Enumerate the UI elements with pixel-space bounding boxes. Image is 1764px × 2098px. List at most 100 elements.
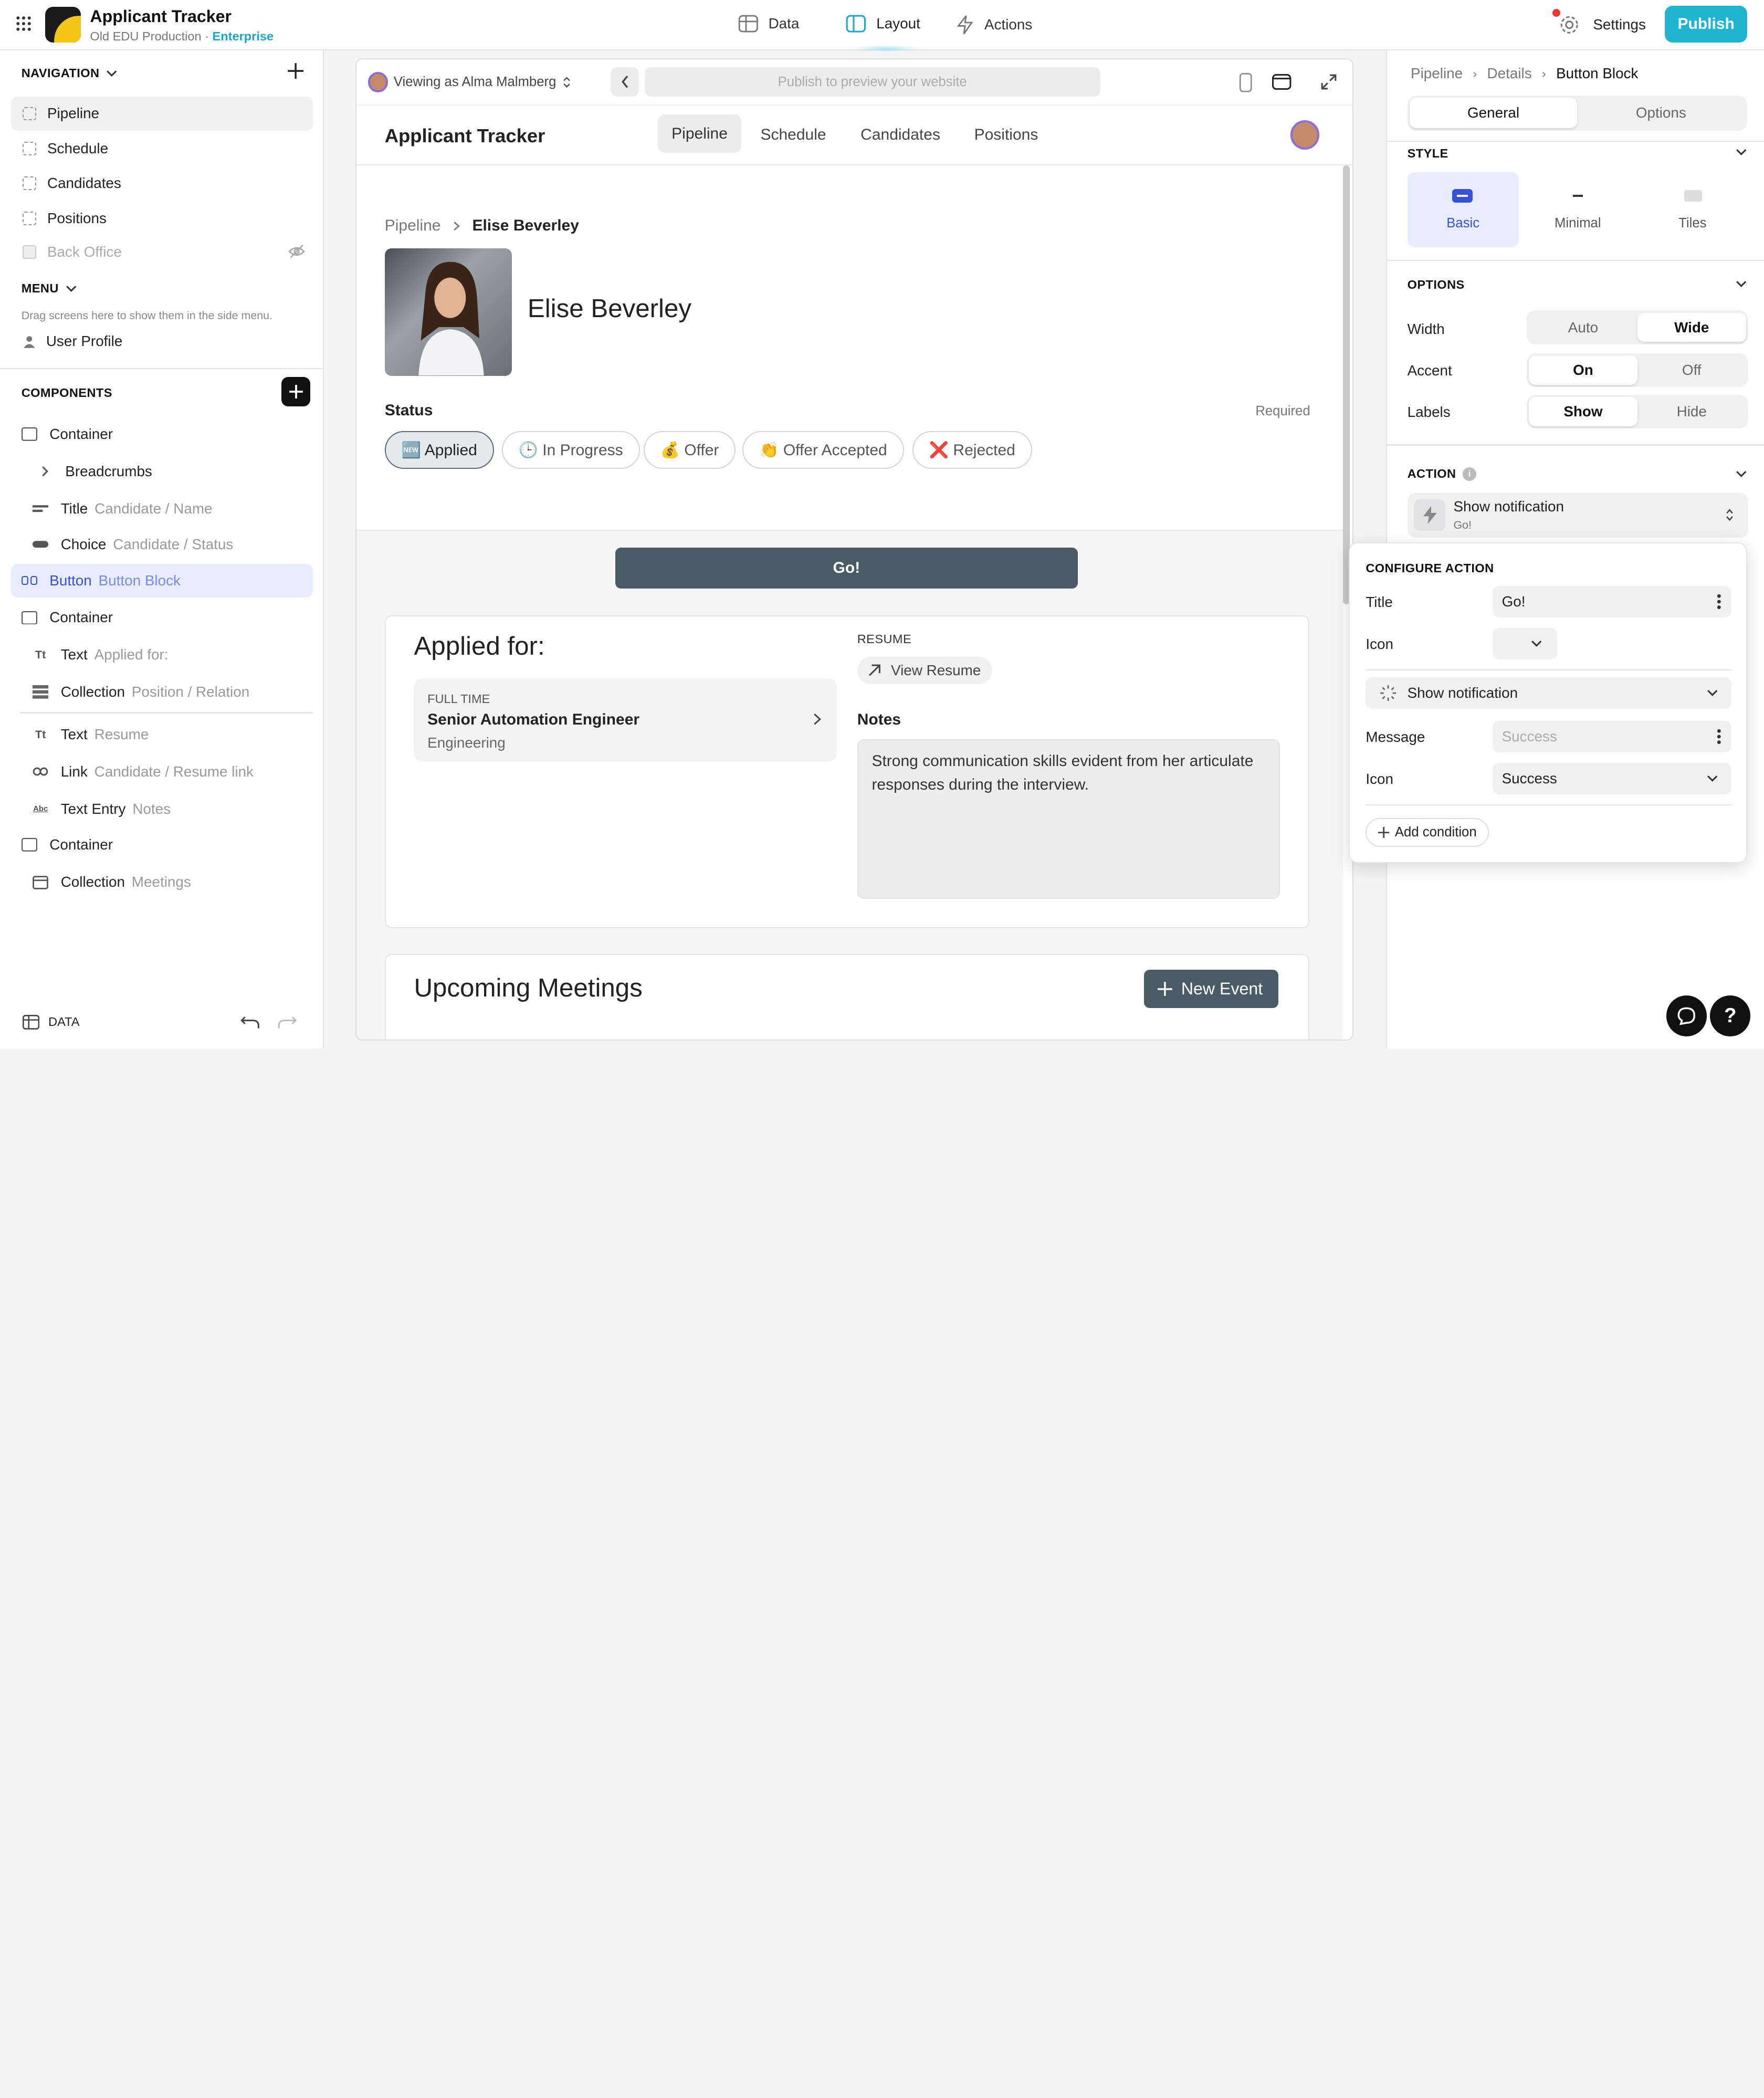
redo-icon[interactable] bbox=[278, 1016, 298, 1030]
style-tiles[interactable]: Tiles bbox=[1637, 172, 1748, 248]
component-container[interactable]: Container bbox=[11, 828, 312, 862]
go-button[interactable]: Go! bbox=[615, 548, 1078, 589]
divider bbox=[1366, 669, 1731, 671]
tab-layout[interactable]: Layout bbox=[846, 15, 920, 33]
breadcrumb: Pipeline Elise Beverley bbox=[385, 217, 579, 235]
status-applied[interactable]: 🆕 Applied bbox=[384, 431, 494, 469]
more-vertical-icon[interactable] bbox=[1717, 729, 1721, 744]
chat-button[interactable] bbox=[1666, 995, 1707, 1036]
breadcrumb-current: Elise Beverley bbox=[472, 217, 579, 235]
add-screen-icon[interactable] bbox=[287, 62, 304, 80]
message-field[interactable]: Success bbox=[1493, 721, 1731, 753]
width-wide[interactable]: Wide bbox=[1637, 312, 1746, 342]
tab-options[interactable]: Options bbox=[1577, 98, 1745, 128]
action-type-select[interactable]: Show notification bbox=[1366, 677, 1731, 709]
app-tab-candidates[interactable]: Candidates bbox=[860, 126, 940, 144]
component-collection[interactable]: Collection Meetings bbox=[11, 865, 312, 899]
add-component-button[interactable] bbox=[281, 376, 311, 406]
tab-general[interactable]: General bbox=[1409, 98, 1578, 129]
meetings-heading: Upcoming Meetings bbox=[414, 973, 643, 1003]
expand-icon[interactable] bbox=[1321, 74, 1337, 90]
container-icon bbox=[20, 425, 38, 443]
more-vertical-icon[interactable] bbox=[1717, 594, 1721, 610]
component-title[interactable]: Title Candidate / Name bbox=[11, 491, 312, 525]
chevron-down-icon[interactable] bbox=[1736, 280, 1747, 288]
style-basic[interactable]: Basic bbox=[1407, 172, 1519, 248]
width-auto[interactable]: Auto bbox=[1529, 313, 1637, 342]
icon2-select[interactable]: Success bbox=[1493, 762, 1731, 794]
status-offer[interactable]: 💰 Offer bbox=[643, 431, 736, 469]
crumb-pipeline[interactable]: Pipeline bbox=[1411, 65, 1463, 82]
style-header: STYLE bbox=[1407, 146, 1448, 160]
layout-icon bbox=[846, 15, 866, 33]
back-button[interactable] bbox=[611, 67, 639, 97]
layout-tab-glow bbox=[849, 45, 923, 52]
title-label: Title bbox=[1366, 594, 1393, 611]
menu-header[interactable]: MENU bbox=[22, 281, 77, 296]
minimal-style-icon bbox=[1572, 194, 1583, 197]
publish-button[interactable]: Publish bbox=[1665, 5, 1747, 43]
component-button[interactable]: Button Button Block bbox=[11, 563, 313, 597]
tablet-icon[interactable] bbox=[1272, 74, 1292, 90]
tab-data[interactable]: Data bbox=[738, 15, 799, 33]
component-text[interactable]: Tt Text Applied for: bbox=[11, 638, 312, 672]
status-in-progress[interactable]: 🕒 In Progress bbox=[501, 431, 640, 469]
style-minimal[interactable]: Minimal bbox=[1522, 172, 1633, 248]
status-rejected[interactable]: ❌ Rejected bbox=[912, 431, 1032, 469]
apps-grid-icon[interactable] bbox=[16, 16, 32, 32]
nav-item-back-office[interactable]: Back Office bbox=[11, 235, 312, 269]
chevron-down-icon[interactable] bbox=[1736, 149, 1747, 156]
new-event-button[interactable]: New Event bbox=[1144, 970, 1279, 1008]
screen-icon bbox=[22, 176, 36, 191]
accent-off[interactable]: Off bbox=[1637, 355, 1746, 385]
help-button[interactable]: ? bbox=[1710, 995, 1751, 1036]
action-header: ACTION i bbox=[1408, 467, 1477, 481]
nav-item-pipeline[interactable]: Pipeline bbox=[11, 97, 313, 131]
menu-item-user-profile[interactable]: User Profile bbox=[23, 333, 122, 350]
component-link[interactable]: Link Candidate / Resume link bbox=[11, 755, 312, 789]
chevron-down-icon[interactable] bbox=[1736, 470, 1747, 478]
labels-hide[interactable]: Hide bbox=[1637, 397, 1746, 426]
nav-item-candidates[interactable]: Candidates bbox=[11, 166, 312, 200]
crumb-details[interactable]: Details bbox=[1487, 65, 1532, 82]
tab-actions[interactable]: Actions bbox=[956, 15, 1032, 35]
title-field[interactable]: Go! bbox=[1493, 586, 1731, 618]
avatar[interactable] bbox=[1290, 120, 1320, 150]
component-container[interactable]: Container bbox=[11, 601, 312, 634]
accent-on[interactable]: On bbox=[1529, 355, 1637, 385]
undo-icon[interactable] bbox=[239, 1016, 260, 1030]
breadcrumb-root[interactable]: Pipeline bbox=[385, 217, 441, 235]
url-bar[interactable]: Publish to preview your website bbox=[644, 67, 1100, 97]
screen-icon bbox=[22, 211, 36, 225]
component-choice[interactable]: Choice Candidate / Status bbox=[11, 528, 312, 561]
notes-text-entry[interactable]: Strong communication skills evident from… bbox=[857, 739, 1280, 899]
app-tab-pipeline[interactable]: Pipeline bbox=[658, 114, 741, 153]
nav-item-schedule[interactable]: Schedule bbox=[11, 132, 312, 165]
accent-label: Accent bbox=[1407, 362, 1452, 379]
component-container[interactable]: Container bbox=[11, 417, 312, 451]
viewing-as-selector[interactable]: Viewing as Alma Malmberg bbox=[368, 71, 571, 92]
component-text[interactable]: Tt Text Resume bbox=[11, 718, 312, 751]
labels-label: Labels bbox=[1407, 404, 1451, 421]
view-resume-link[interactable]: View Resume bbox=[857, 657, 992, 684]
settings-button[interactable]: Settings bbox=[1559, 15, 1646, 35]
phone-icon[interactable] bbox=[1240, 73, 1252, 92]
status-offer-accepted[interactable]: 👏 Offer Accepted bbox=[742, 431, 904, 469]
data-panel-toggle[interactable]: DATA bbox=[22, 1014, 79, 1030]
nav-item-positions[interactable]: Positions bbox=[11, 202, 312, 235]
info-icon[interactable]: i bbox=[1463, 467, 1477, 481]
component-breadcrumbs[interactable]: Breadcrumbs bbox=[11, 455, 312, 488]
add-condition-button[interactable]: Add condition bbox=[1366, 817, 1489, 847]
component-collection[interactable]: Collection Position / Relation bbox=[11, 675, 312, 709]
app-tab-positions[interactable]: Positions bbox=[974, 126, 1038, 144]
icon-select[interactable] bbox=[1493, 627, 1557, 659]
position-card[interactable]: FULL TIME Senior Automation Engineer Eng… bbox=[414, 678, 837, 762]
component-text-entry[interactable]: Abc Text Entry Notes bbox=[11, 792, 312, 826]
hidden-eye-icon[interactable] bbox=[288, 244, 305, 259]
icon2-label: Icon bbox=[1366, 770, 1393, 787]
navigation-header[interactable]: NAVIGATION bbox=[22, 66, 118, 80]
action-selector[interactable]: Show notification Go! bbox=[1407, 492, 1748, 538]
app-tab-schedule[interactable]: Schedule bbox=[760, 126, 826, 144]
scrollbar[interactable] bbox=[1343, 165, 1350, 604]
labels-show[interactable]: Show bbox=[1529, 397, 1637, 427]
